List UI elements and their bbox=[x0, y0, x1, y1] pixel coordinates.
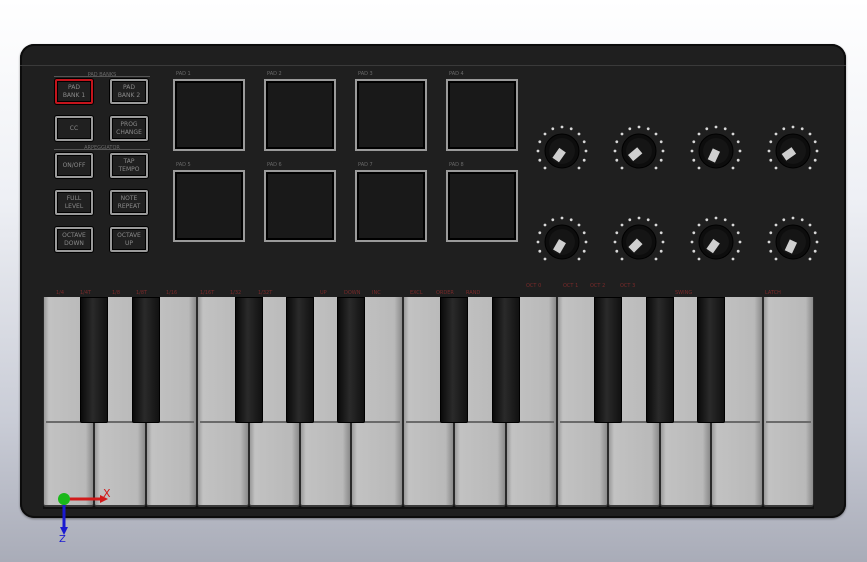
knob-7-graphic bbox=[690, 216, 742, 261]
black-key[interactable] bbox=[697, 297, 726, 423]
key-function-label: DOWN bbox=[344, 290, 361, 296]
knob-2[interactable] bbox=[611, 121, 667, 177]
black-key[interactable] bbox=[286, 297, 314, 423]
key-function-label: 1/8 bbox=[112, 290, 121, 296]
pad-5-label: PAD 5 bbox=[176, 162, 191, 168]
key-function-label: OCT 3 bbox=[620, 283, 636, 289]
knob-5[interactable] bbox=[534, 212, 590, 268]
axis-x-label: X bbox=[103, 487, 111, 500]
pad-3-label: PAD 3 bbox=[358, 71, 373, 77]
key-function-label: 1/16T bbox=[200, 290, 215, 296]
key-function-label: 1/8T bbox=[136, 290, 148, 296]
knob-6[interactable] bbox=[611, 212, 667, 268]
panel-divider bbox=[20, 65, 846, 66]
black-key[interactable] bbox=[80, 297, 109, 423]
axis-z-label: Z bbox=[59, 534, 66, 545]
drum-pad-5[interactable] bbox=[173, 170, 245, 242]
pad-bank-1-button[interactable]: PAD BANK 1 bbox=[55, 79, 93, 104]
prog-change-button[interactable]: PROG CHANGE bbox=[110, 116, 148, 141]
note-repeat-button[interactable]: NOTE REPEAT bbox=[110, 190, 148, 215]
key-function-label: RAND bbox=[466, 290, 481, 296]
key-function-label: ORDER bbox=[436, 290, 454, 296]
tap-tempo-button[interactable]: TAP TEMPO bbox=[110, 153, 148, 178]
knob-2-graphic bbox=[613, 125, 665, 170]
drum-pad-1[interactable] bbox=[173, 79, 245, 151]
cc-button[interactable]: CC bbox=[55, 116, 93, 141]
key-function-label: OCT 2 bbox=[590, 283, 606, 289]
pad-2-label: PAD 2 bbox=[267, 71, 282, 77]
knob-7[interactable] bbox=[688, 212, 744, 268]
knob-8-graphic bbox=[767, 216, 819, 261]
pad-banks-group-label: PAD BANKS bbox=[87, 72, 117, 78]
drum-pad-8[interactable] bbox=[446, 170, 518, 242]
octave-down-button[interactable]: OCTAVE DOWN bbox=[55, 227, 93, 252]
black-key[interactable] bbox=[645, 297, 674, 423]
knob-6-graphic bbox=[613, 216, 665, 261]
pad-6-label: PAD 6 bbox=[267, 162, 282, 168]
keyboard bbox=[43, 297, 814, 509]
black-key[interactable] bbox=[491, 297, 520, 423]
key-function-label: 1/32T bbox=[258, 290, 273, 296]
key-function-label: INC bbox=[372, 290, 381, 296]
key-function-label: EXCL bbox=[410, 290, 423, 296]
pad-7-label: PAD 7 bbox=[358, 162, 373, 168]
black-key[interactable] bbox=[440, 297, 469, 423]
knob-1[interactable] bbox=[534, 121, 590, 177]
full-level-button[interactable]: FULL LEVEL bbox=[55, 190, 93, 215]
black-key[interactable] bbox=[594, 297, 623, 423]
arpeggiator-group-label: ARPEGGIATOR bbox=[84, 145, 120, 151]
black-key[interactable] bbox=[234, 297, 263, 423]
pad-bank-2-button[interactable]: PAD BANK 2 bbox=[110, 79, 148, 104]
knob-8[interactable] bbox=[765, 212, 821, 268]
key-function-label: 1/4 bbox=[56, 290, 65, 296]
knob-1-graphic bbox=[536, 125, 588, 170]
axis-triad-icon: X Z bbox=[58, 487, 111, 545]
black-key[interactable] bbox=[337, 297, 366, 423]
drum-pad-2[interactable] bbox=[264, 79, 336, 151]
key-function-label: UP bbox=[320, 290, 327, 296]
drum-pad-4[interactable] bbox=[446, 79, 518, 151]
drum-pad-7[interactable] bbox=[355, 170, 427, 242]
key-function-label: OCT 1 bbox=[563, 283, 579, 289]
drum-pad-6[interactable] bbox=[264, 170, 336, 242]
black-key[interactable] bbox=[131, 297, 160, 423]
white-key[interactable] bbox=[762, 297, 814, 507]
key-function-label: SWING bbox=[675, 290, 693, 296]
key-function-label: OCT 0 bbox=[526, 283, 542, 289]
knob-4[interactable] bbox=[765, 121, 821, 177]
drum-pad-3[interactable] bbox=[355, 79, 427, 151]
key-function-label: 1/32 bbox=[230, 290, 242, 296]
arp-on-off-button[interactable]: ON/OFF bbox=[55, 153, 93, 178]
pad-8-label: PAD 8 bbox=[449, 162, 464, 168]
key-function-label: 1/16 bbox=[166, 290, 178, 296]
knob-5-graphic bbox=[536, 216, 588, 261]
pad-1-label: PAD 1 bbox=[176, 71, 191, 77]
knob-3-graphic bbox=[690, 125, 742, 170]
knob-4-graphic bbox=[767, 125, 819, 170]
key-function-label: 1/4T bbox=[80, 290, 92, 296]
knob-3[interactable] bbox=[688, 121, 744, 177]
octave-up-button[interactable]: OCTAVE UP bbox=[110, 227, 148, 252]
key-function-label: LATCH bbox=[765, 290, 781, 296]
pad-4-label: PAD 4 bbox=[449, 71, 464, 77]
